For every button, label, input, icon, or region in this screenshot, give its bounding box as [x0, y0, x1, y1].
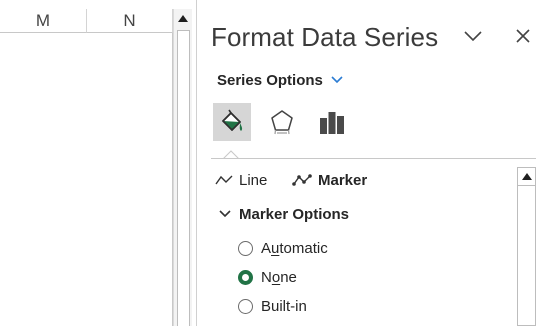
paint-bucket-icon — [222, 109, 243, 131]
radio-button-selected[interactable] — [238, 269, 253, 285]
marker-options-section-toggle[interactable]: Marker Options — [219, 204, 349, 224]
pane-title: Format Data Series — [211, 22, 439, 52]
format-data-series-pane: Format Data Series Series Options Line M… — [197, 0, 552, 326]
close-button[interactable] — [511, 24, 535, 48]
radio-none-label: None — [261, 268, 297, 286]
column-header-m[interactable]: M — [0, 9, 87, 33]
cell-grid[interactable] — [0, 33, 173, 326]
sheet-vertical-scrollbar[interactable] — [173, 9, 192, 326]
pentagon-icon — [271, 110, 293, 135]
radio-built-in[interactable]: Built-in — [238, 296, 307, 316]
radio-built-in-label: Built-in — [261, 297, 307, 315]
marker-line-icon — [292, 174, 312, 186]
triangle-up-icon — [521, 173, 532, 180]
scroll-up-button[interactable] — [518, 168, 535, 186]
pane-vertical-scrollbar[interactable] — [517, 167, 536, 326]
chevron-down-icon — [331, 76, 343, 84]
tab-effects[interactable] — [263, 103, 301, 141]
subtab-marker[interactable]: Marker — [292, 170, 367, 190]
triangle-up-icon — [178, 14, 188, 22]
radio-none[interactable]: None — [238, 267, 297, 287]
pane-options-button[interactable] — [461, 24, 485, 48]
section-title: Marker Options — [239, 205, 350, 223]
series-options-label: Series Options — [217, 71, 323, 89]
subtab-marker-label: Marker — [318, 171, 368, 189]
chevron-down-icon — [219, 210, 231, 218]
tab-divider — [211, 158, 536, 159]
radio-button[interactable] — [238, 240, 253, 256]
scroll-up-button[interactable] — [174, 9, 192, 27]
radio-button[interactable] — [238, 298, 253, 314]
chevron-down-icon — [464, 30, 482, 41]
subtab-line-label: Line — [239, 171, 268, 189]
radio-automatic[interactable]: Automatic — [238, 238, 328, 258]
spreadsheet-area: M N — [0, 0, 197, 326]
column-header-n[interactable]: N — [87, 9, 173, 33]
radio-automatic-label: Automatic — [261, 239, 328, 257]
subtab-line[interactable]: Line — [215, 170, 267, 190]
series-options-dropdown[interactable]: Series Options — [217, 70, 343, 90]
close-icon — [516, 29, 530, 43]
scroll-thumb[interactable] — [177, 30, 190, 326]
bar-chart-icon — [320, 112, 344, 134]
line-chart-icon — [215, 175, 233, 185]
tab-series-options[interactable] — [313, 103, 351, 141]
tab-fill-line[interactable] — [213, 103, 251, 141]
